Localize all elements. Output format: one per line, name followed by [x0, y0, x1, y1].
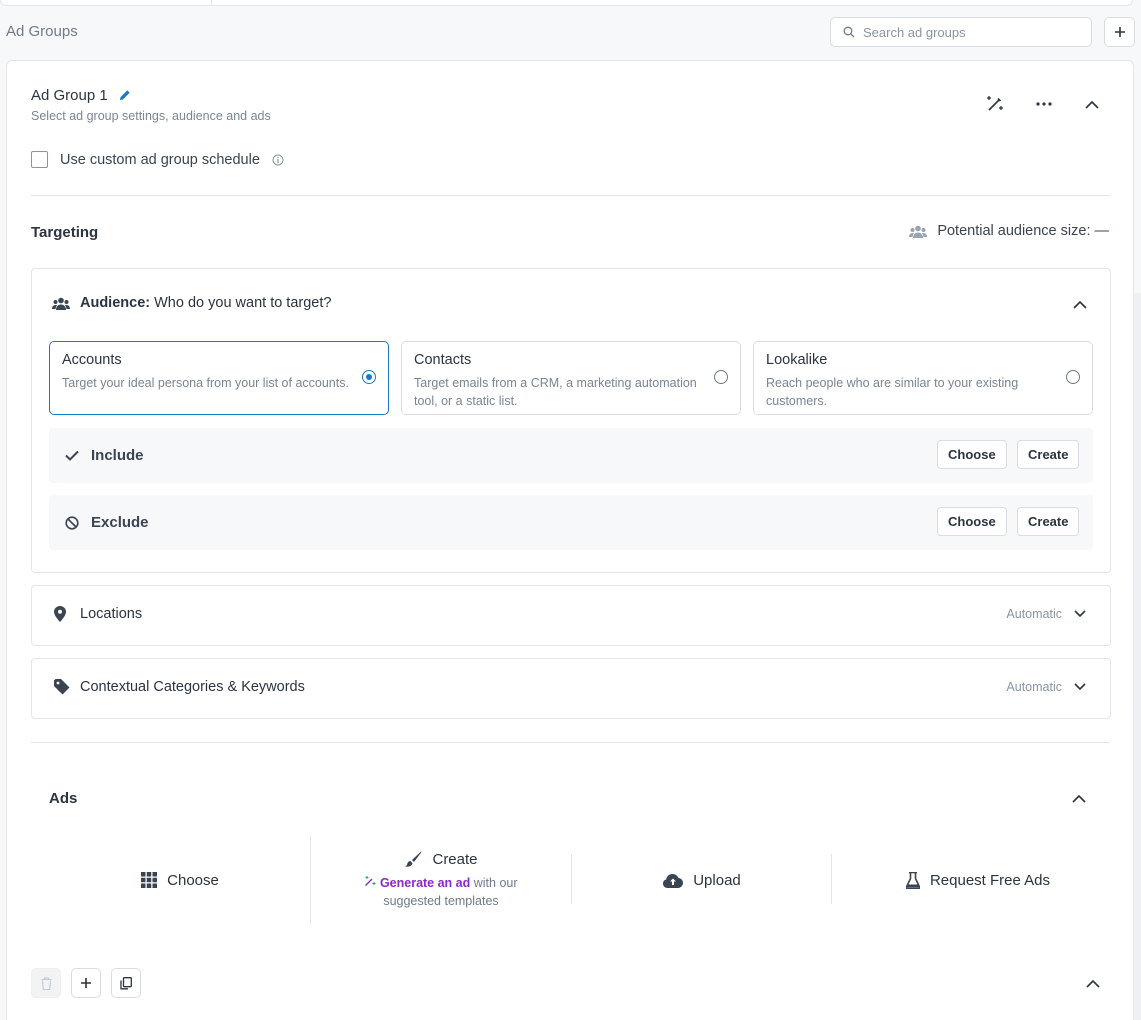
ads-request-option[interactable]: Request Free Ads: [832, 836, 1124, 924]
section-divider: [31, 195, 1110, 196]
locations-header: Locations: [54, 606, 142, 622]
trash-icon: [41, 976, 51, 990]
contextual-status: Automatic: [1006, 680, 1086, 694]
info-icon[interactable]: [272, 154, 284, 166]
page-heading: Ad Groups: [6, 23, 78, 40]
custom-schedule-row: Use custom ad group schedule: [31, 151, 284, 168]
include-choose-button[interactable]: Choose: [937, 440, 1007, 469]
search-icon: [843, 26, 855, 38]
audience-option-accounts[interactable]: Accounts Target your ideal persona from …: [49, 341, 389, 415]
exclude-create-button[interactable]: Create: [1017, 507, 1080, 536]
cloud-upload-icon: [663, 873, 684, 888]
locations-status: Automatic: [1006, 607, 1086, 621]
paintbrush-icon: [404, 851, 422, 867]
plus-icon: [81, 978, 91, 988]
pencil-icon[interactable]: [118, 89, 131, 102]
locations-label: Locations: [80, 606, 143, 622]
option-description: Target emails from a CRM, a marketing au…: [414, 376, 697, 408]
ads-choose-option[interactable]: Choose: [49, 836, 311, 924]
custom-schedule-checkbox[interactable]: [31, 151, 48, 168]
collapse-audience-button[interactable]: [1066, 290, 1094, 318]
ads-choose-label: Choose: [167, 871, 219, 889]
grid-icon: [141, 872, 158, 888]
magic-wand-button[interactable]: [981, 90, 1009, 118]
ads-upload-option[interactable]: Upload: [572, 836, 832, 924]
audience-size-label: Potential audience size: —: [937, 223, 1109, 239]
radio-unselected[interactable]: [1066, 370, 1080, 384]
chevron-down-icon[interactable]: [1074, 683, 1086, 691]
chevron-up-icon: [1073, 300, 1087, 309]
include-label: Include: [91, 447, 144, 464]
add-ad-button[interactable]: [71, 968, 101, 998]
chevron-up-icon: [1086, 979, 1100, 988]
ads-request-label: Request Free Ads: [929, 871, 1051, 889]
collapse-ad-button[interactable]: [1079, 969, 1107, 997]
chevron-up-icon: [1072, 794, 1086, 803]
collapse-ad-group-button[interactable]: [1078, 90, 1106, 118]
tag-icon: [54, 679, 70, 695]
option-title: Lookalike: [766, 352, 828, 368]
ad-group-title: Ad Group 1: [31, 87, 131, 104]
option-title: Accounts: [62, 352, 122, 368]
include-row: Include Choose Create: [49, 428, 1093, 483]
chevron-up-icon: [1085, 100, 1099, 109]
ads-title: Ads: [49, 790, 78, 807]
ads-create-option[interactable]: Create Generate an ad with our suggested…: [311, 836, 571, 924]
duplicate-ad-button[interactable]: [111, 968, 141, 998]
exclude-label: Exclude: [91, 514, 149, 531]
users-icon: [909, 225, 928, 238]
chevron-down-icon[interactable]: [1074, 610, 1086, 618]
audience-option-lookalike[interactable]: Lookalike Reach people who are similar t…: [753, 341, 1093, 415]
users-icon: [52, 297, 70, 310]
contextual-status-label: Automatic: [1006, 680, 1062, 694]
magic-wand-icon: [987, 96, 1003, 111]
section-divider: [31, 742, 1110, 743]
contextual-header: Contextual Categories & Keywords: [54, 679, 305, 695]
option-title: Contacts: [414, 352, 472, 368]
contextual-panel[interactable]: Contextual Categories & Keywords Automat…: [31, 658, 1111, 719]
generate-ad-link[interactable]: Generate an ad: [380, 876, 470, 890]
include-create-button[interactable]: Create: [1017, 440, 1080, 469]
copy-icon: [120, 976, 132, 989]
collapse-ads-button[interactable]: [1065, 784, 1093, 812]
search-input[interactable]: [863, 24, 1083, 40]
map-pin-icon: [54, 606, 66, 622]
locations-panel[interactable]: Locations Automatic: [31, 585, 1111, 646]
ads-create-label: Create: [432, 850, 478, 868]
exclude-choose-button[interactable]: Choose: [937, 507, 1007, 536]
targeting-title: Targeting: [31, 224, 99, 241]
magic-wand-icon: [365, 875, 376, 886]
add-ad-group-button[interactable]: [1104, 17, 1135, 47]
locations-status-label: Automatic: [1006, 607, 1062, 621]
radio-selected[interactable]: [362, 370, 376, 384]
exclude-row: Exclude Choose Create: [49, 495, 1093, 550]
delete-ad-button[interactable]: [31, 968, 61, 998]
previous-section-strip: [0, 0, 1133, 6]
audience-size: Potential audience size: —: [909, 223, 1109, 239]
flask-icon: [905, 871, 920, 889]
audience-label-bold: Audience:: [80, 295, 151, 311]
ads-upload-label: Upload: [693, 871, 741, 889]
audience-option-contacts[interactable]: Contacts Target emails from a CRM, a mar…: [401, 341, 741, 415]
radio-unselected[interactable]: [714, 370, 728, 384]
contextual-label: Contextual Categories & Keywords: [80, 679, 305, 695]
ad-group-subtitle: Select ad group settings, audience and a…: [31, 109, 271, 123]
option-description: Target your ideal persona from your list…: [62, 376, 349, 390]
ban-icon: [65, 515, 79, 530]
audience-panel: Audience: Who do you want to target? Acc…: [31, 268, 1111, 573]
ad-group-card: Ad Group 1 Select ad group settings, aud…: [6, 60, 1134, 1020]
plus-icon: [1114, 27, 1125, 37]
ellipsis-icon: [1036, 102, 1052, 106]
more-options-button[interactable]: [1030, 90, 1058, 118]
ad-group-name: Ad Group 1: [31, 87, 108, 104]
custom-schedule-label: Use custom ad group schedule: [60, 151, 260, 168]
audience-label-rest: Who do you want to target?: [154, 295, 332, 311]
option-description: Reach people who are similar to your exi…: [766, 376, 1019, 408]
checkmark-icon: [65, 450, 79, 461]
search-ad-groups[interactable]: [830, 17, 1092, 47]
scroll-gutter: [1134, 293, 1141, 1020]
audience-header: Audience: Who do you want to target?: [52, 295, 331, 311]
